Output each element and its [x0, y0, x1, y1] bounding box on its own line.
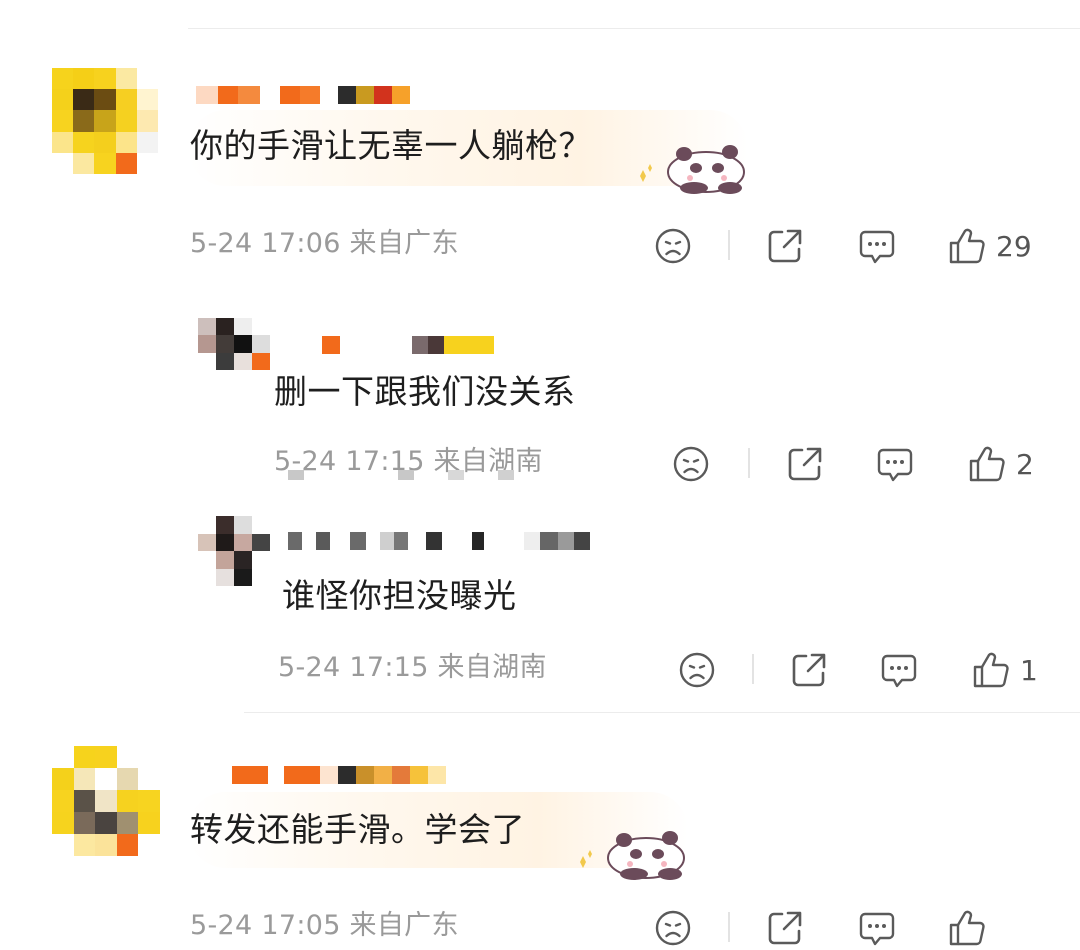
like-button[interactable]: 2: [968, 442, 1034, 486]
username-redacted[interactable]: [232, 766, 446, 784]
avatar[interactable]: [52, 68, 158, 174]
comment-button[interactable]: [858, 906, 896, 950]
like-count: 29: [996, 229, 1032, 263]
comment-icon: [859, 230, 895, 264]
action-separator: [748, 448, 750, 478]
like-icon: [949, 228, 985, 264]
like-button[interactable]: [948, 906, 996, 950]
comment-icon: [881, 654, 917, 688]
share-button[interactable]: [766, 906, 804, 950]
action-separator: [752, 654, 754, 684]
comment-actions: 2: [670, 442, 1060, 486]
comment-text: 转发还能手滑。学会了: [190, 810, 525, 849]
dislike-button[interactable]: [654, 906, 692, 950]
dislike-icon: [673, 446, 709, 482]
share-button[interactable]: [766, 224, 804, 268]
comment-actions: 1: [676, 648, 1066, 692]
like-button[interactable]: 1: [972, 648, 1038, 692]
panda-sticker: [580, 831, 685, 880]
dislike-icon: [655, 228, 691, 264]
comment-meta: 5-24 17:05 来自广东: [190, 910, 459, 941]
username-redacted[interactable]: [196, 86, 410, 104]
redaction-marks: [288, 470, 528, 482]
dislike-icon: [679, 652, 715, 688]
comment-meta: 5-24 17:06 来自广东: [190, 228, 459, 259]
panda-sticker: [640, 145, 745, 194]
comment-button[interactable]: [876, 442, 914, 486]
action-separator: [728, 230, 730, 260]
dislike-icon: [655, 910, 691, 946]
comment-button[interactable]: [858, 224, 896, 268]
comment-text: 删一下跟我们没关系: [274, 372, 576, 411]
like-button[interactable]: 29: [948, 224, 1032, 268]
like-icon: [973, 652, 1009, 688]
username-redacted[interactable]: [322, 336, 494, 354]
like-count: 1: [1020, 653, 1038, 687]
share-button[interactable]: [786, 442, 824, 486]
avatar[interactable]: [198, 318, 270, 370]
dislike-button[interactable]: [672, 442, 710, 486]
comment-text: 谁怪你担没曝光: [282, 576, 517, 615]
username-redacted[interactable]: [288, 532, 590, 550]
share-button[interactable]: [790, 648, 828, 692]
avatar[interactable]: [198, 516, 270, 586]
dislike-button[interactable]: [654, 224, 692, 268]
like-icon: [949, 910, 985, 946]
comment-meta: 5-24 17:15 来自湖南: [278, 652, 547, 683]
top-divider: [188, 28, 1080, 29]
comment-actions: 29: [650, 224, 1050, 268]
share-icon: [768, 229, 802, 263]
like-count: 2: [1016, 447, 1034, 481]
avatar[interactable]: [52, 746, 160, 856]
dislike-button[interactable]: [678, 648, 716, 692]
comment-icon: [859, 912, 895, 946]
comment-icon: [877, 448, 913, 482]
like-icon: [969, 446, 1005, 482]
thread-divider: [244, 712, 1080, 713]
share-icon: [788, 447, 822, 481]
share-icon: [792, 653, 826, 687]
comment-actions: [650, 906, 1050, 950]
share-icon: [768, 911, 802, 945]
comment-button[interactable]: [880, 648, 918, 692]
comment-text: 你的手滑让无辜一人躺枪？: [190, 126, 592, 165]
